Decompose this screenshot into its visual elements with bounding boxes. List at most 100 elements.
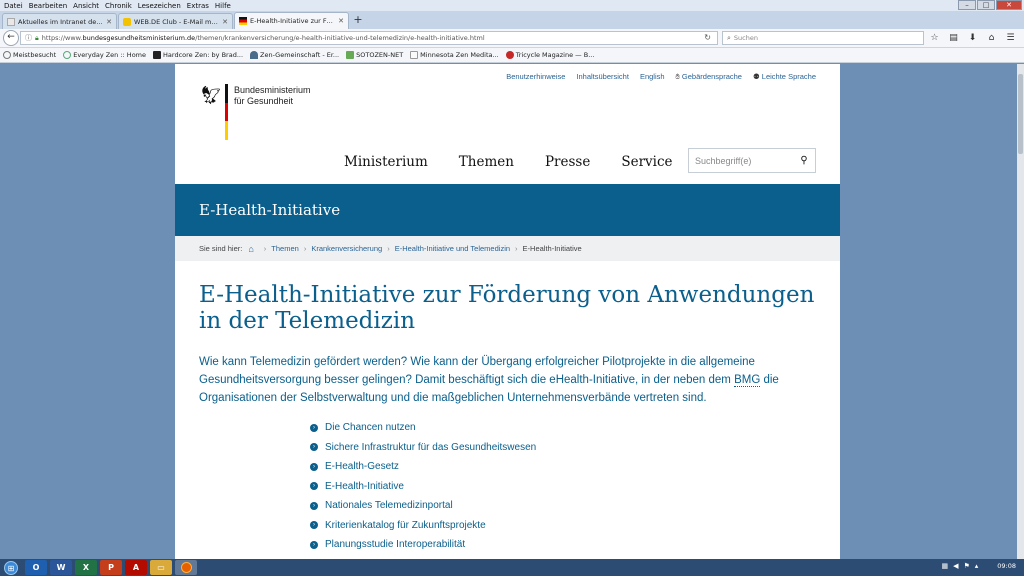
search-icon[interactable]: ⚲ [793,155,815,166]
menu-bar: Datei Bearbeiten Ansicht Chronik Lesezei… [0,0,1024,11]
home-icon[interactable]: ⌂ [248,244,253,254]
breadcrumb-e-health-telemedizin[interactable]: E-Health-Initiative und Telemedizin [395,244,510,253]
volume-icon[interactable]: ◀ [953,562,958,570]
sotozen-icon [346,51,355,59]
site-search-box[interactable]: Suchbegriff(e) ⚲ [688,148,816,173]
chevron-right-icon: › [387,244,390,253]
outlook-taskbar-icon[interactable]: O [25,560,47,575]
arrow-bullet-icon: › [310,423,318,432]
bookmark-item[interactable]: Meistbesucht [3,51,56,59]
close-tab-icon[interactable]: ✕ [222,18,228,26]
main-navigation: Ministerium Themen Presse Service [344,154,704,170]
bookmark-item[interactable]: Zen-Gemeinschaft - Er... [250,51,339,59]
tab-bar: Aktuelles im Intranet des BMG ✕ WEB.DE C… [0,11,1024,29]
section-banner: E-Health-Initiative [175,184,840,236]
bookmark-item[interactable]: Hardcore Zen: by Brad... [153,51,243,59]
url-text: https://www.bundesgesundheitsministerium… [41,34,485,42]
menu-help[interactable]: Hilfe [212,2,234,10]
arrow-bullet-icon: › [310,443,318,452]
bookmark-star-icon[interactable]: ☆ [928,32,941,45]
bookmark-item[interactable]: SOTOZEN-NET [346,51,403,59]
excel-taskbar-icon[interactable]: X [75,560,97,575]
windows-taskbar: ⊞ O W X P A ▭ ▦ ◀ ⚑ ▴ 09:08 [0,559,1024,576]
site-search-placeholder: Suchbegriff(e) [695,155,752,166]
section-title: E-Health-Initiative [199,201,341,219]
nav-service[interactable]: Service [621,154,672,170]
menu-bookmarks[interactable]: Lesezeichen [135,2,184,10]
close-window-button[interactable]: ✕ [996,0,1022,10]
breadcrumb-current: E-Health-Initiative [522,244,582,253]
tab-label: WEB.DE Club - E-Mail mad... [134,17,220,26]
tab-intranet-bmg[interactable]: Aktuelles im Intranet des BMG ✕ [2,13,117,29]
menu-history[interactable]: Chronik [102,2,135,10]
menu-file[interactable]: Datei [0,2,26,10]
browser-search-box[interactable]: ⌕ Suchen [722,31,924,45]
menu-view[interactable]: Ansicht [70,2,102,10]
list-item[interactable]: › E-Health-Initiative [310,477,536,497]
flag-icon[interactable]: ⚑ [963,562,969,570]
list-item[interactable]: › Planungsstudie Interoperabilität [310,535,536,555]
list-item[interactable]: › Kriterienkatalog für Zukunftsprojekte [310,516,536,536]
link-gebaerdensprache[interactable]: ✋︎ Gebärdensprache [676,72,742,82]
list-item[interactable]: › E-Health-Gesetz [310,457,536,477]
home-icon[interactable]: ⌂ [985,32,998,45]
address-bar[interactable]: ⓘ 🔒︎ https://www.bundesgesundheitsminist… [20,31,718,45]
bookmark-item[interactable]: Everyday Zen :: Home [63,51,146,59]
explorer-taskbar-icon[interactable]: ▭ [150,560,172,575]
hamburger-menu-icon[interactable]: ☰ [1004,32,1017,45]
download-icon[interactable]: ⬇ [966,32,979,45]
menu-edit[interactable]: Bearbeiten [26,2,70,10]
minimize-button[interactable]: – [958,0,976,10]
bookmarks-bar: Meistbesucht Everyday Zen :: Home Hardco… [0,48,1024,63]
acrobat-taskbar-icon[interactable]: A [125,560,147,575]
system-tray: ▦ ◀ ⚑ ▴ 09:08 [941,562,1016,570]
network-icon[interactable]: ▦ [941,562,948,570]
chevron-right-icon: › [515,244,518,253]
taskbar-clock[interactable]: 09:08 [997,562,1016,570]
tab-e-health-initiative[interactable]: E-Health-Initiative zur Förd... ✕ [234,12,349,29]
chevron-up-icon[interactable]: ▴ [975,562,979,570]
list-item[interactable]: › Nationales Telemedizinportal [310,496,536,516]
new-tab-button[interactable]: + [350,13,366,29]
menu-tools[interactable]: Extras [184,2,212,10]
logo-line-1: Bundesministerium [234,85,311,95]
link-inhaltsuebersicht[interactable]: Inhaltsübersicht [576,72,629,82]
arrow-bullet-icon: › [310,462,318,471]
webde-icon [123,17,131,26]
link-benutzerhinweise[interactable]: Benutzerhinweise [506,72,565,82]
reload-icon[interactable]: ↻ [704,33,711,42]
close-tab-icon[interactable]: ✕ [338,17,344,25]
bmg-webpage: Benutzerhinweise Inhaltsübersicht Englis… [175,64,840,559]
breadcrumb-krankenversicherung[interactable]: Krankenversicherung [311,244,382,253]
powerpoint-taskbar-icon[interactable]: P [100,560,122,575]
clipboard-icon[interactable]: ▤ [947,32,960,45]
windows-logo-icon: ⊞ [4,560,18,575]
scrollbar-thumb[interactable] [1018,74,1023,154]
gear-icon [3,51,11,59]
list-item[interactable]: › Sichere Infrastruktur für das Gesundhei… [310,438,536,458]
link-english[interactable]: English [640,72,665,82]
firefox-taskbar-icon[interactable] [175,560,197,575]
link-leichte-sprache[interactable]: ⚉ Leichte Sprache [753,72,816,82]
tab-webde-club[interactable]: WEB.DE Club - E-Mail mad... ✕ [118,13,233,29]
globe-icon [63,51,72,59]
list-item[interactable]: › Die Chancen nutzen [310,418,536,438]
back-button[interactable]: ← [3,30,19,46]
start-button[interactable]: ⊞ [0,559,22,576]
word-taskbar-icon[interactable]: W [50,560,72,575]
nav-themen[interactable]: Themen [459,154,514,170]
bmg-logo[interactable]: 🦅︎ Bundesministerium für Gesundheit [199,84,311,141]
breadcrumb-themen[interactable]: Themen [271,244,299,253]
vertical-scrollbar[interactable] [1017,64,1024,559]
nav-presse[interactable]: Presse [545,154,590,170]
info-icon[interactable]: ⓘ [25,33,32,43]
page-icon [7,17,15,26]
maximize-button[interactable]: □ [977,0,995,10]
bookmark-item[interactable]: Minnesota Zen Medita... [410,51,499,59]
bookmark-item[interactable]: Tricycle Magazine — B... [505,51,594,59]
bmg-abbreviation[interactable]: BMG [734,374,761,387]
nav-ministerium[interactable]: Ministerium [344,154,428,170]
breadcrumb: Sie sind hier: ⌂ › Themen › Krankenversi… [175,236,840,261]
close-tab-icon[interactable]: ✕ [106,18,112,26]
lock-icon[interactable]: 🔒︎ [35,34,39,43]
